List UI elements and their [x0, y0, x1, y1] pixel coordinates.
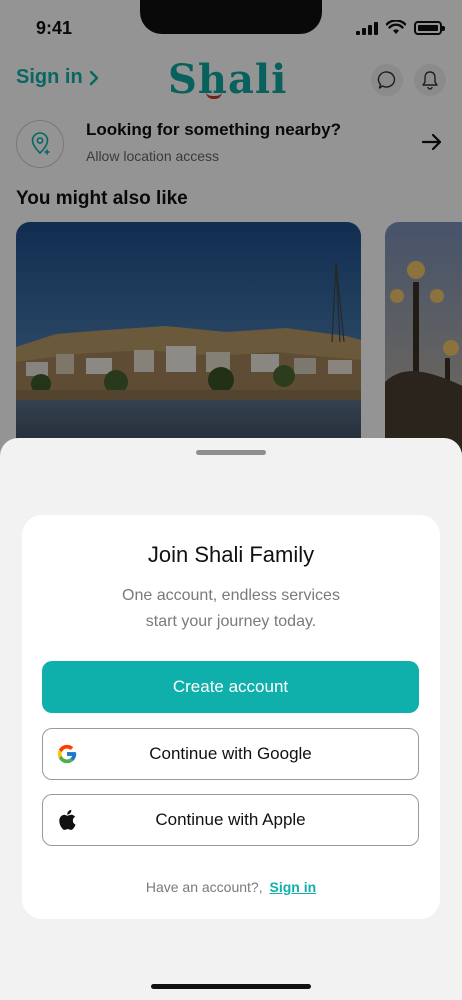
google-button-label: Continue with Google — [149, 744, 312, 763]
signup-subtitle: One account, endless services start your… — [62, 583, 400, 635]
home-indicator[interactable] — [151, 984, 311, 989]
continue-with-google-button[interactable]: Continue with Google — [42, 728, 419, 780]
apple-button-label: Continue with Apple — [155, 810, 306, 829]
create-account-label: Create account — [172, 677, 289, 696]
signup-title: Join Shali Family — [147, 542, 315, 567]
signup-bottom-sheet: Join Shali Family One account, endless s… — [0, 438, 462, 1000]
continue-with-apple-button[interactable]: Continue with Apple — [42, 794, 419, 846]
have-account-row: Have an account?, Sign in — [22, 879, 440, 895]
app-screen: 9:41 Sign in Shali Looking for something… — [0, 0, 462, 1000]
apple-logo-icon — [56, 809, 78, 831]
sheet-drag-handle[interactable] — [196, 450, 266, 455]
signin-link[interactable]: Sign in — [269, 879, 316, 895]
signup-subtitle-line-2: start your journey today. — [145, 613, 317, 630]
signup-card: Join Shali Family One account, endless s… — [22, 515, 440, 919]
have-account-text: Have an account?, — [145, 879, 263, 895]
signup-subtitle-line-1: One account, endless services — [122, 587, 340, 604]
google-icon — [56, 743, 78, 765]
create-account-button[interactable]: Create account — [42, 661, 419, 713]
